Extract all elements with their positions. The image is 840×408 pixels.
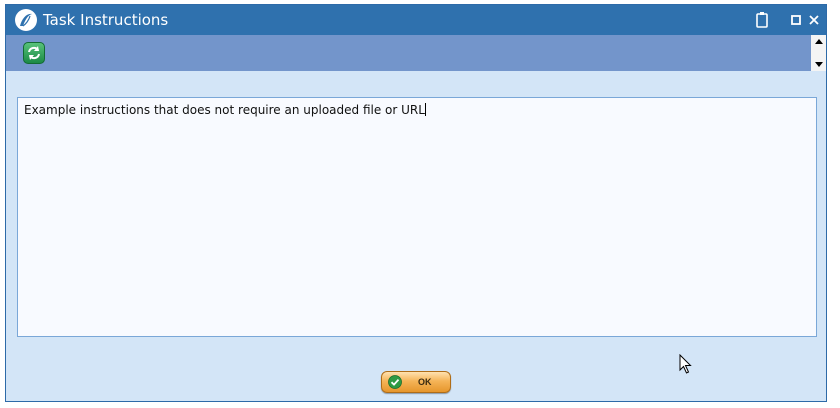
maximize-button[interactable]: [788, 11, 804, 29]
toolbar: [6, 35, 811, 71]
ok-button[interactable]: OK: [381, 371, 451, 393]
close-button[interactable]: [806, 11, 822, 29]
task-instructions-window: Task Instructions Example instructions t…: [5, 4, 827, 402]
app-logo-icon: [15, 9, 37, 31]
check-icon: [388, 375, 402, 389]
close-icon: [809, 15, 819, 25]
toolbar-scrollbar[interactable]: [811, 35, 826, 71]
clipboard-icon: [756, 12, 768, 28]
instructions-text: Example instructions that does not requi…: [24, 103, 425, 117]
ok-label: OK: [418, 377, 432, 387]
mouse-pointer-icon: [679, 354, 692, 374]
refresh-icon: [28, 46, 40, 60]
clipboard-button[interactable]: [754, 11, 770, 29]
maximize-icon: [791, 15, 801, 25]
scroll-up-icon[interactable]: [815, 39, 823, 44]
text-caret: [424, 103, 426, 116]
scroll-down-icon[interactable]: [815, 62, 823, 67]
refresh-button[interactable]: [23, 42, 45, 64]
title-bar[interactable]: Task Instructions: [6, 5, 826, 35]
window-title: Task Instructions: [43, 11, 169, 29]
instructions-textarea[interactable]: Example instructions that does not requi…: [17, 97, 817, 337]
